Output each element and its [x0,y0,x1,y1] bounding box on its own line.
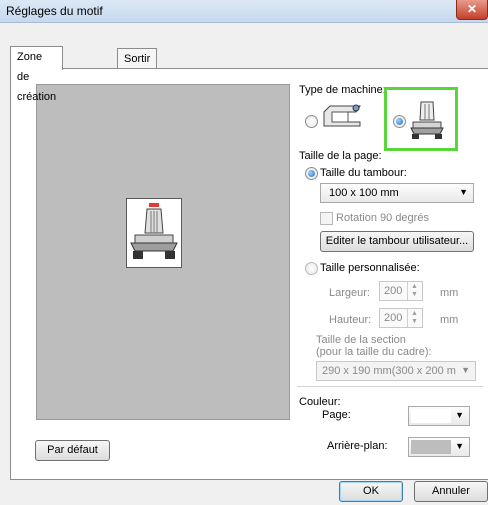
flatbed-machine-icon [320,100,364,133]
width-spinner[interactable]: 200 ▲ ▼ [379,281,423,301]
ok-button[interactable]: OK [339,481,403,502]
background-color-label: Arrière-plan: [327,440,388,452]
background-color-select[interactable]: ▼ [408,437,470,457]
width-unit: mm [440,287,459,299]
rotation-checkbox[interactable] [320,212,333,225]
custom-size-label: Taille personnalisée: [320,262,420,274]
hoop-size-radio[interactable] [305,167,318,180]
spinner-arrows-icon[interactable]: ▲ ▼ [407,309,422,327]
machine-type-label: Type de machine: [299,84,386,96]
chevron-down-icon: ▼ [461,365,470,375]
height-spinner[interactable]: 200 ▲ ▼ [379,308,423,328]
height-unit: mm [440,314,459,326]
section-size-select[interactable]: 290 x 190 mm(300 x 200 m ▼ [316,361,476,381]
flatbed-machine-radio[interactable] [305,115,318,128]
hoop-size-select[interactable]: 100 x 100 mm ▼ [320,183,474,203]
edit-user-hoop-button[interactable]: Editer le tambour utilisateur... [320,231,474,252]
chevron-down-icon: ▼ [459,187,468,197]
title-bar: Réglages du motif ✕ [0,0,488,23]
height-value: 200 [384,312,403,324]
cap-hoop-preview-icon [126,198,182,268]
divider [297,386,483,387]
page-size-label: Taille de la page: [299,150,382,162]
hoop-size-label: Taille du tambour: [320,167,407,179]
window-title: Réglages du motif [6,4,103,18]
spinner-arrows-icon[interactable]: ▲ ▼ [407,282,422,300]
background-color-swatch [411,440,451,454]
section-size-label: Taille de la section [316,334,406,346]
chevron-down-icon: ▼ [455,441,464,451]
section-size-sublabel: (pour la taille du cadre): [316,346,432,358]
design-settings-dialog: Réglages du motif ✕ Zone de création Sor… [0,0,488,505]
chevron-down-icon: ▼ [455,410,464,420]
page-color-select[interactable]: ▼ [408,406,470,426]
section-size-value: 290 x 190 mm(300 x 200 m [322,365,456,377]
page-color-label: Page: [322,409,351,421]
page-color-swatch [411,409,451,423]
close-button[interactable]: ✕ [456,0,488,20]
width-label: Largeur: [329,287,370,299]
tab-design-area[interactable]: Zone de création [10,46,64,103]
width-value: 200 [384,285,403,297]
cap-machine-highlight [384,87,458,151]
color-label: Couleur: [299,396,341,408]
default-button[interactable]: Par défaut [35,440,110,461]
close-icon: ✕ [466,2,478,16]
rotation-label: Rotation 90 degrés [336,212,429,224]
cancel-button[interactable]: Annuler [414,481,488,502]
height-label: Hauteur: [329,314,372,326]
custom-size-radio[interactable] [305,262,318,275]
tab-output[interactable]: Sortir [117,48,158,69]
hoop-size-value: 100 x 100 mm [329,187,399,199]
